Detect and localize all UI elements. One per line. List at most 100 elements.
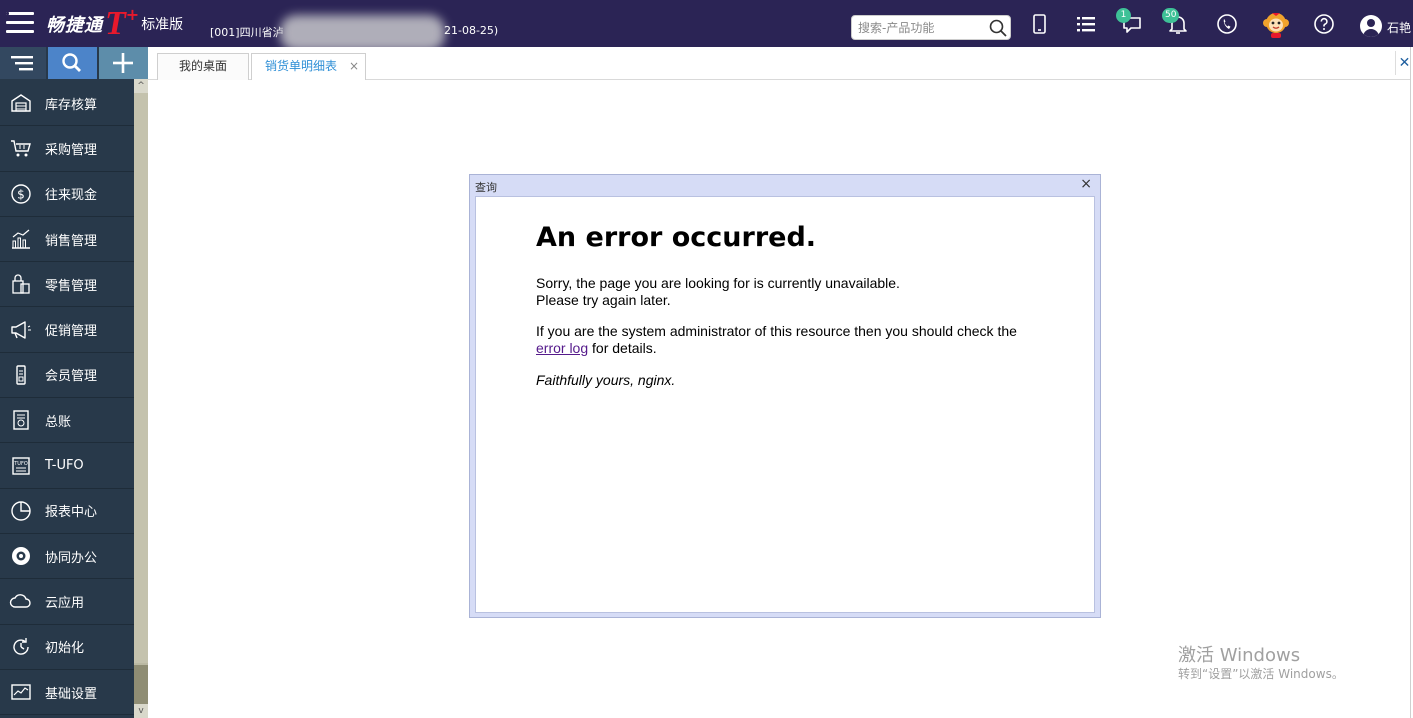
phone-icon[interactable]: [1215, 12, 1239, 36]
sidebar-item-label: T-UFO: [45, 458, 84, 474]
error-log-link[interactable]: error log: [536, 340, 588, 356]
search-icon: [62, 53, 81, 72]
member-card-icon: [9, 363, 33, 387]
tab-label: 销货单明细表: [265, 59, 338, 73]
bar-chart-icon: [9, 227, 33, 251]
warehouse-icon: [9, 91, 33, 115]
notification-bell-icon[interactable]: 50: [1162, 8, 1190, 36]
sidebar-search-button[interactable]: [48, 47, 97, 79]
tab-my-desktop[interactable]: 我的桌面: [157, 53, 249, 80]
sidebar-item-12[interactable]: 云应用: [0, 579, 134, 625]
search-input[interactable]: [858, 19, 978, 37]
sidebar-item-label: 协同办公: [45, 550, 98, 566]
sidebar-item-label: 报表中心: [45, 505, 98, 521]
megaphone-icon: [9, 318, 33, 342]
user-name[interactable]: 石艳: [1387, 19, 1411, 36]
dollar-icon: $: [9, 182, 33, 206]
sidebar-item-13[interactable]: 初始化: [0, 625, 134, 670]
search-icon[interactable]: [988, 18, 1008, 38]
tab-bar: 我的桌面 销货单明细表 × ✕: [148, 47, 1413, 80]
sidebar-item-10[interactable]: 报表中心: [0, 489, 134, 534]
sidebar-item-7[interactable]: 会员管理: [0, 353, 134, 399]
sidebar-item-label: 初始化: [45, 641, 85, 657]
sidebar-item-1[interactable]: 库存核算: [0, 81, 134, 127]
svg-text:TUFO: TUFO: [13, 461, 28, 467]
sidebar-item-5[interactable]: 零售管理: [0, 262, 134, 308]
sidebar-item-3[interactable]: $ 往来现金: [0, 172, 134, 217]
activation-watermark-title: 激活 Windows: [1178, 645, 1301, 666]
brand-name: 畅捷通: [46, 15, 103, 36]
svg-text:$: $: [17, 187, 25, 201]
sidebar-item-4[interactable]: 销售管理: [0, 217, 134, 263]
sidebar-item-label: 基础设置: [45, 686, 98, 702]
sidebar-scrollbar[interactable]: ^ v: [134, 79, 148, 718]
tab-sales-detail[interactable]: 销货单明细表 ×: [251, 53, 366, 80]
sidebar-toolbar: [0, 47, 148, 79]
pie-chart-icon: [9, 499, 33, 523]
dialog-close-button[interactable]: ×: [1080, 176, 1092, 192]
query-dialog: 查询 × An error occurred. Sorry, the page …: [469, 174, 1101, 618]
sidebar-item-label: 销售管理: [45, 233, 98, 249]
search-box: [851, 15, 1011, 40]
sidebar-item-14[interactable]: 基础设置: [0, 670, 134, 716]
scroll-up-button[interactable]: ^: [134, 79, 148, 93]
sidebar-item-11[interactable]: 协同办公: [0, 534, 134, 580]
tufo-icon: TUFO: [9, 454, 33, 478]
sidebar-item-label: 云应用: [45, 595, 85, 611]
sidebar-item-label: 库存核算: [45, 97, 98, 113]
nav-list: 库存核算采购管理 $ 往来现金销售管理零售管理促销管理会员管理总账 TUFO T-UFO…: [0, 81, 134, 716]
edition-label: 标准版: [141, 17, 184, 33]
admin-line: If you are the system administrator of t…: [536, 323, 1017, 339]
activation-watermark-subtitle: 转到“设置”以激活 Windows。: [1178, 667, 1344, 681]
error-line-1: Sorry, the page you are looking for is c…: [536, 275, 900, 291]
nav-collapse-button[interactable]: [0, 47, 46, 79]
sidebar-item-label: 往来现金: [45, 188, 98, 204]
top-header: 畅捷通 T + 标准版 [001]四川省泸 21-08-25) 1 50: [0, 0, 1413, 51]
nav-lines-icon: [11, 56, 33, 71]
message-icon[interactable]: 1: [1116, 8, 1144, 36]
user-avatar[interactable]: [1360, 15, 1382, 37]
shopping-cart-icon: [9, 136, 33, 160]
error-line-2: Please try again later.: [536, 292, 671, 308]
redaction-blur: [280, 15, 445, 51]
shopping-bag-icon: [9, 272, 33, 296]
plus-icon: [113, 53, 133, 73]
sidebar-item-2[interactable]: 采购管理: [0, 126, 134, 172]
menu-icon[interactable]: [6, 12, 34, 34]
scroll-thumb[interactable]: [134, 93, 148, 663]
dialog-title: 查询: [475, 181, 497, 194]
sidebar-item-label: 采购管理: [45, 142, 98, 158]
sidebar-item-label: 会员管理: [45, 369, 98, 385]
ledger-icon: [9, 408, 33, 432]
cloud-icon: [9, 589, 33, 613]
scroll-track-lower: [134, 665, 148, 705]
error-message: Sorry, the page you are looking for is c…: [536, 275, 900, 309]
account-info: [001]四川省泸: [210, 26, 284, 39]
brand-plus-mark: +: [125, 4, 140, 24]
settings-chart-icon: [9, 680, 33, 704]
help-icon[interactable]: [1312, 12, 1336, 36]
list-icon[interactable]: [1074, 12, 1098, 36]
tab-close-icon[interactable]: ×: [349, 54, 359, 79]
sidebar-add-button[interactable]: [99, 47, 148, 79]
admin-line-suffix: for details.: [588, 340, 657, 356]
sidebar-item-9[interactable]: TUFO T-UFO: [0, 443, 134, 489]
app-window: 畅捷通 T + 标准版 [001]四川省泸 21-08-25) 1 50: [0, 0, 1413, 718]
scroll-down-button[interactable]: v: [134, 704, 148, 718]
brand-logo: 畅捷通 T + 标准版: [46, 4, 184, 42]
sidebar-item-8[interactable]: 总账: [0, 398, 134, 444]
signature: Faithfully yours, nginx.: [536, 372, 676, 388]
error-heading: An error occurred.: [536, 222, 817, 253]
collaboration-icon: [9, 544, 33, 568]
mobile-icon[interactable]: [1028, 12, 1052, 36]
sidebar-item-6[interactable]: 促销管理: [0, 307, 134, 353]
sidebar-item-label: 零售管理: [45, 278, 98, 294]
refresh-icon: [9, 635, 33, 659]
sidebar-item-label: 促销管理: [45, 324, 98, 340]
notification-badge: 50: [1162, 8, 1180, 23]
brand-t-mark: T: [105, 5, 126, 42]
admin-message: If you are the system administrator of t…: [536, 323, 1017, 357]
mascot-icon[interactable]: [1262, 10, 1290, 38]
message-badge: 1: [1116, 8, 1131, 23]
account-date: 21-08-25): [444, 24, 499, 37]
